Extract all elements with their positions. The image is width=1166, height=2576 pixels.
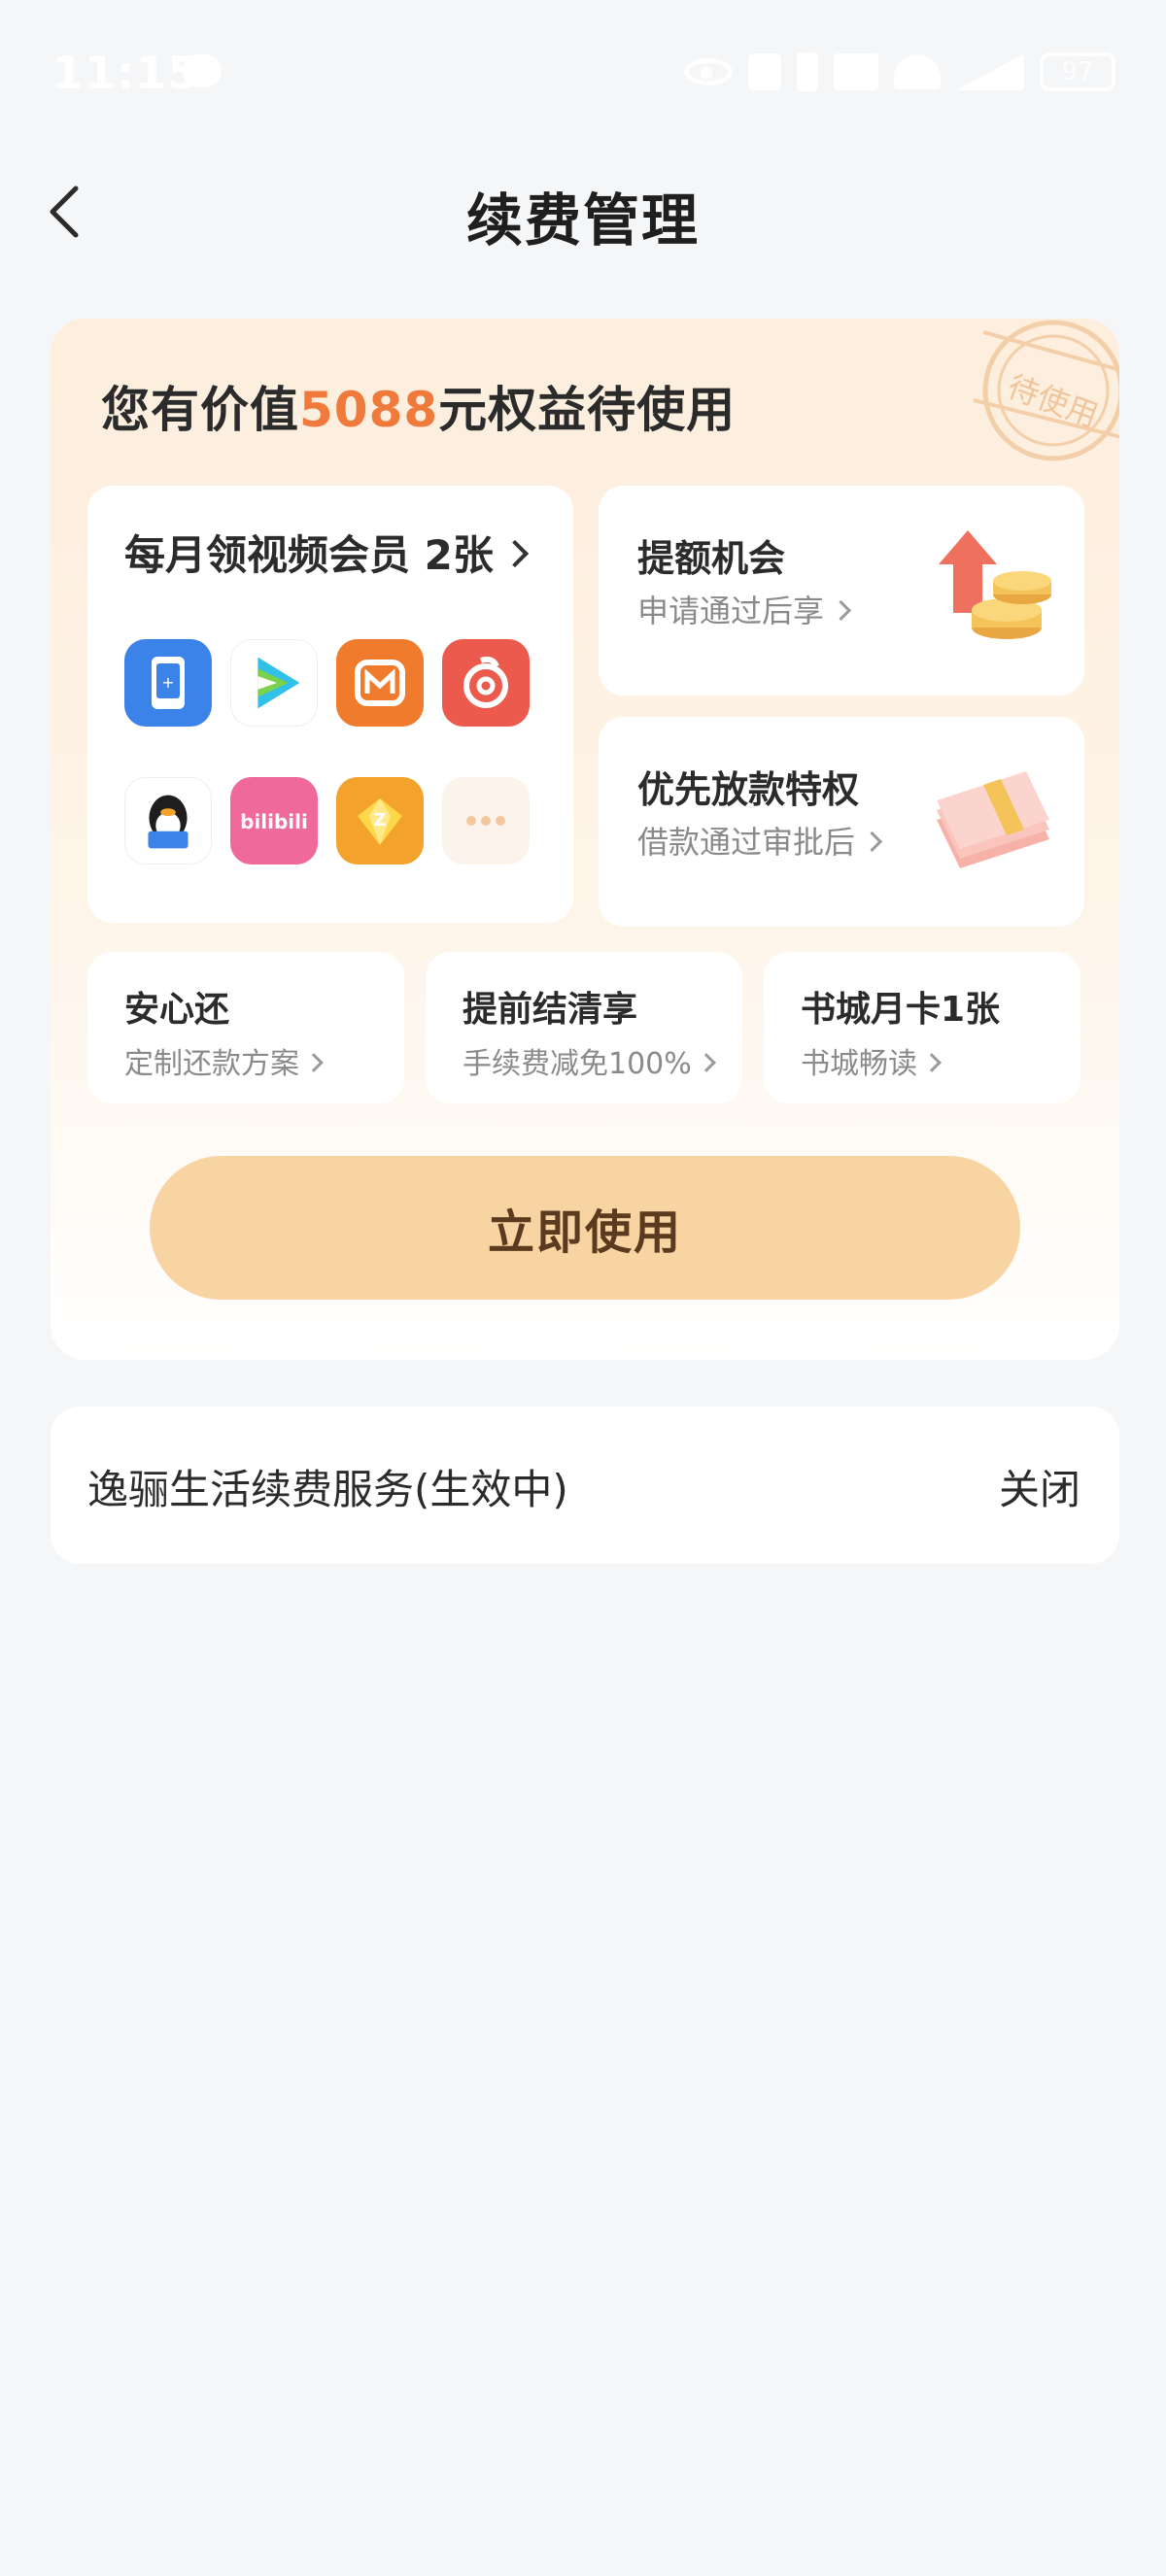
status-icons: 97 bbox=[684, 51, 1115, 93]
quota-title: 提额机会 bbox=[637, 537, 786, 580]
svg-text:bilibili: bilibili bbox=[240, 810, 308, 833]
bookstore-card-subtitle: 书城畅读 bbox=[801, 1039, 942, 1082]
status-bar: 11:15 97 bbox=[0, 0, 1166, 146]
bookstore-card-title: 书城月卡1张 bbox=[801, 990, 1001, 1030]
bilibili-icon: bilibili bbox=[230, 777, 318, 864]
priority-title: 优先放款特权 bbox=[637, 768, 860, 811]
cash-stack-icon bbox=[937, 771, 1049, 868]
chevron-right-icon bbox=[861, 830, 883, 853]
easy-repay-subtitle-text: 定制还款方案 bbox=[124, 1047, 299, 1081]
chevron-right-icon bbox=[696, 1053, 716, 1072]
page-title: 续费管理 bbox=[465, 187, 700, 254]
vip-title: 每月领视频会员 2张 bbox=[124, 523, 530, 582]
easy-repay-title: 安心还 bbox=[124, 990, 230, 1030]
benefit-card: 待使用 您有价值5088元权益待使用 每月领视频会员 2张 + bilibili bbox=[51, 319, 1119, 1360]
quota-panel[interactable]: 提额机会 申请通过后享 bbox=[599, 486, 1084, 695]
headline-amount: 5088 bbox=[299, 382, 439, 438]
headline-suffix: 元权益待使用 bbox=[438, 382, 737, 438]
diamond-vip-icon: Z bbox=[336, 777, 424, 864]
svg-text:+: + bbox=[161, 673, 174, 692]
quota-subtitle: 申请通过后享 bbox=[637, 587, 852, 631]
netease-music-icon bbox=[442, 639, 530, 727]
chevron-right-icon bbox=[922, 1053, 942, 1072]
early-settle-subtitle: 手续费减免100% bbox=[463, 1039, 716, 1082]
signal-icon bbox=[956, 53, 1024, 90]
header: 续费管理 bbox=[0, 155, 1166, 262]
bookstore-card-panel[interactable]: 书城月卡1张 书城畅读 bbox=[764, 952, 1080, 1103]
qq-reader-icon bbox=[124, 777, 212, 864]
app-grid: + bilibili Z bbox=[124, 639, 552, 892]
battery-icon: 97 bbox=[1040, 52, 1115, 91]
easy-repay-panel[interactable]: 安心还 定制还款方案 bbox=[87, 952, 404, 1103]
more-icon[interactable] bbox=[442, 777, 530, 864]
data-speed-icon bbox=[834, 53, 878, 90]
priority-subtitle-text: 借款通过审批后 bbox=[637, 824, 856, 861]
card-headline: 您有价值5088元权益待使用 bbox=[101, 371, 736, 441]
close-service-button[interactable]: 关闭 bbox=[999, 1457, 1080, 1516]
wifi-icon bbox=[894, 54, 941, 89]
service-label: 逸骊生活续费服务(生效中) bbox=[87, 1466, 568, 1513]
early-settle-title: 提前结清享 bbox=[463, 990, 638, 1030]
quota-subtitle-text: 申请通过后享 bbox=[637, 593, 825, 629]
stamp-text: 待使用 bbox=[1003, 368, 1103, 435]
message-icon bbox=[183, 54, 222, 87]
tencent-video-icon: + bbox=[124, 639, 212, 727]
early-settle-subtitle-text: 手续费减免100% bbox=[463, 1047, 692, 1081]
chevron-right-icon bbox=[830, 599, 852, 622]
priority-subtitle: 借款通过审批后 bbox=[637, 818, 883, 863]
video-vip-panel[interactable]: 每月领视频会员 2张 + bilibili Z bbox=[87, 486, 573, 923]
chevron-right-icon bbox=[500, 539, 530, 568]
early-settle-panel[interactable]: 提前结清享 手续费减免100% bbox=[426, 952, 742, 1103]
coins-arrow-icon bbox=[939, 530, 1051, 639]
use-now-button[interactable]: 立即使用 bbox=[150, 1156, 1020, 1300]
headline-prefix: 您有价值 bbox=[101, 382, 299, 438]
mgtv-icon bbox=[336, 639, 424, 727]
easy-repay-subtitle: 定制还款方案 bbox=[124, 1039, 324, 1082]
eye-icon bbox=[684, 58, 733, 85]
status-time: 11:15 bbox=[52, 47, 200, 99]
pending-stamp: 待使用 bbox=[973, 320, 1119, 461]
vip-title-text: 每月领视频会员 2张 bbox=[124, 531, 494, 579]
iqiyi-video-icon bbox=[230, 639, 318, 727]
svg-text:Z: Z bbox=[373, 810, 386, 830]
bluetooth-icon bbox=[797, 52, 818, 91]
renewal-service-row: 逸骊生活续费服务(生效中) 关闭 bbox=[51, 1407, 1119, 1564]
priority-panel[interactable]: 优先放款特权 借款通过审批后 bbox=[599, 717, 1084, 927]
chevron-right-icon bbox=[304, 1053, 324, 1072]
bookstore-card-subtitle-text: 书城畅读 bbox=[801, 1047, 917, 1081]
nfc-icon bbox=[748, 53, 781, 90]
